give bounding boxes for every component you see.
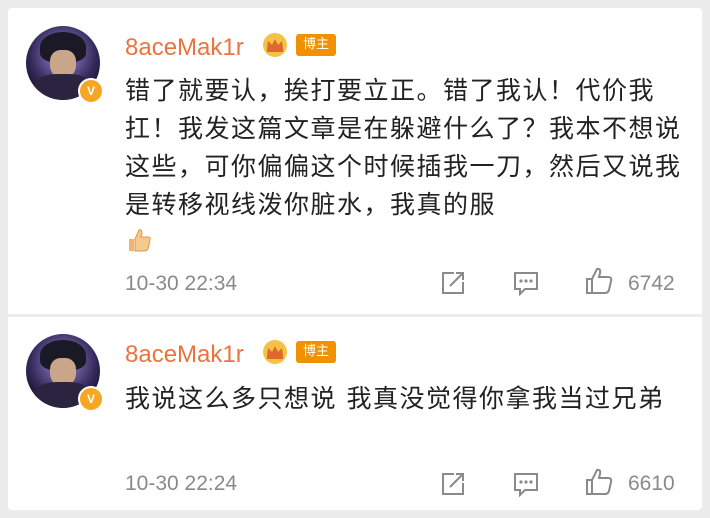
comment-icon[interactable]: [511, 268, 541, 298]
verified-icon: V: [78, 386, 104, 412]
thumbs-up-icon[interactable]: [584, 467, 614, 497]
thumbs-up-icon[interactable]: [584, 266, 614, 296]
verified-icon: V: [78, 78, 104, 104]
like-count: 6610: [628, 472, 675, 495]
blogger-badge: 博主: [296, 34, 336, 56]
share-icon[interactable]: [438, 469, 468, 499]
crown-icon: [263, 340, 287, 364]
share-icon[interactable]: [438, 268, 468, 298]
crown-icon: [263, 33, 287, 57]
comment-text: 错了就要认，挨打要立正。错了我认！代价我扛！我发这篇文章是在躲避什么了？我本不想…: [125, 72, 685, 254]
comment-item: V 8aceMak1r 博主 我说这么多只想说 我真没觉得你拿我当过兄弟 10-…: [8, 317, 702, 510]
timestamp: 10-30 22:24: [125, 472, 238, 495]
timestamp: 10-30 22:34: [125, 272, 238, 295]
like-count: 6742: [628, 272, 675, 295]
comment-text: 我说这么多只想说 我真没觉得你拿我当过兄弟: [125, 384, 665, 413]
comment-item: V 8aceMak1r 博主 错了就要认，挨打要立正。错了我认！代价我扛！我发这…: [8, 8, 702, 314]
blogger-badge: 博主: [296, 341, 336, 363]
comment-list: V 8aceMak1r 博主 错了就要认，挨打要立正。错了我认！代价我扛！我发这…: [8, 8, 702, 510]
thumbs-up-emoji: [129, 229, 151, 252]
comment-icon[interactable]: [511, 469, 541, 499]
username[interactable]: 8aceMak1r: [125, 34, 244, 62]
username[interactable]: 8aceMak1r: [125, 341, 244, 369]
